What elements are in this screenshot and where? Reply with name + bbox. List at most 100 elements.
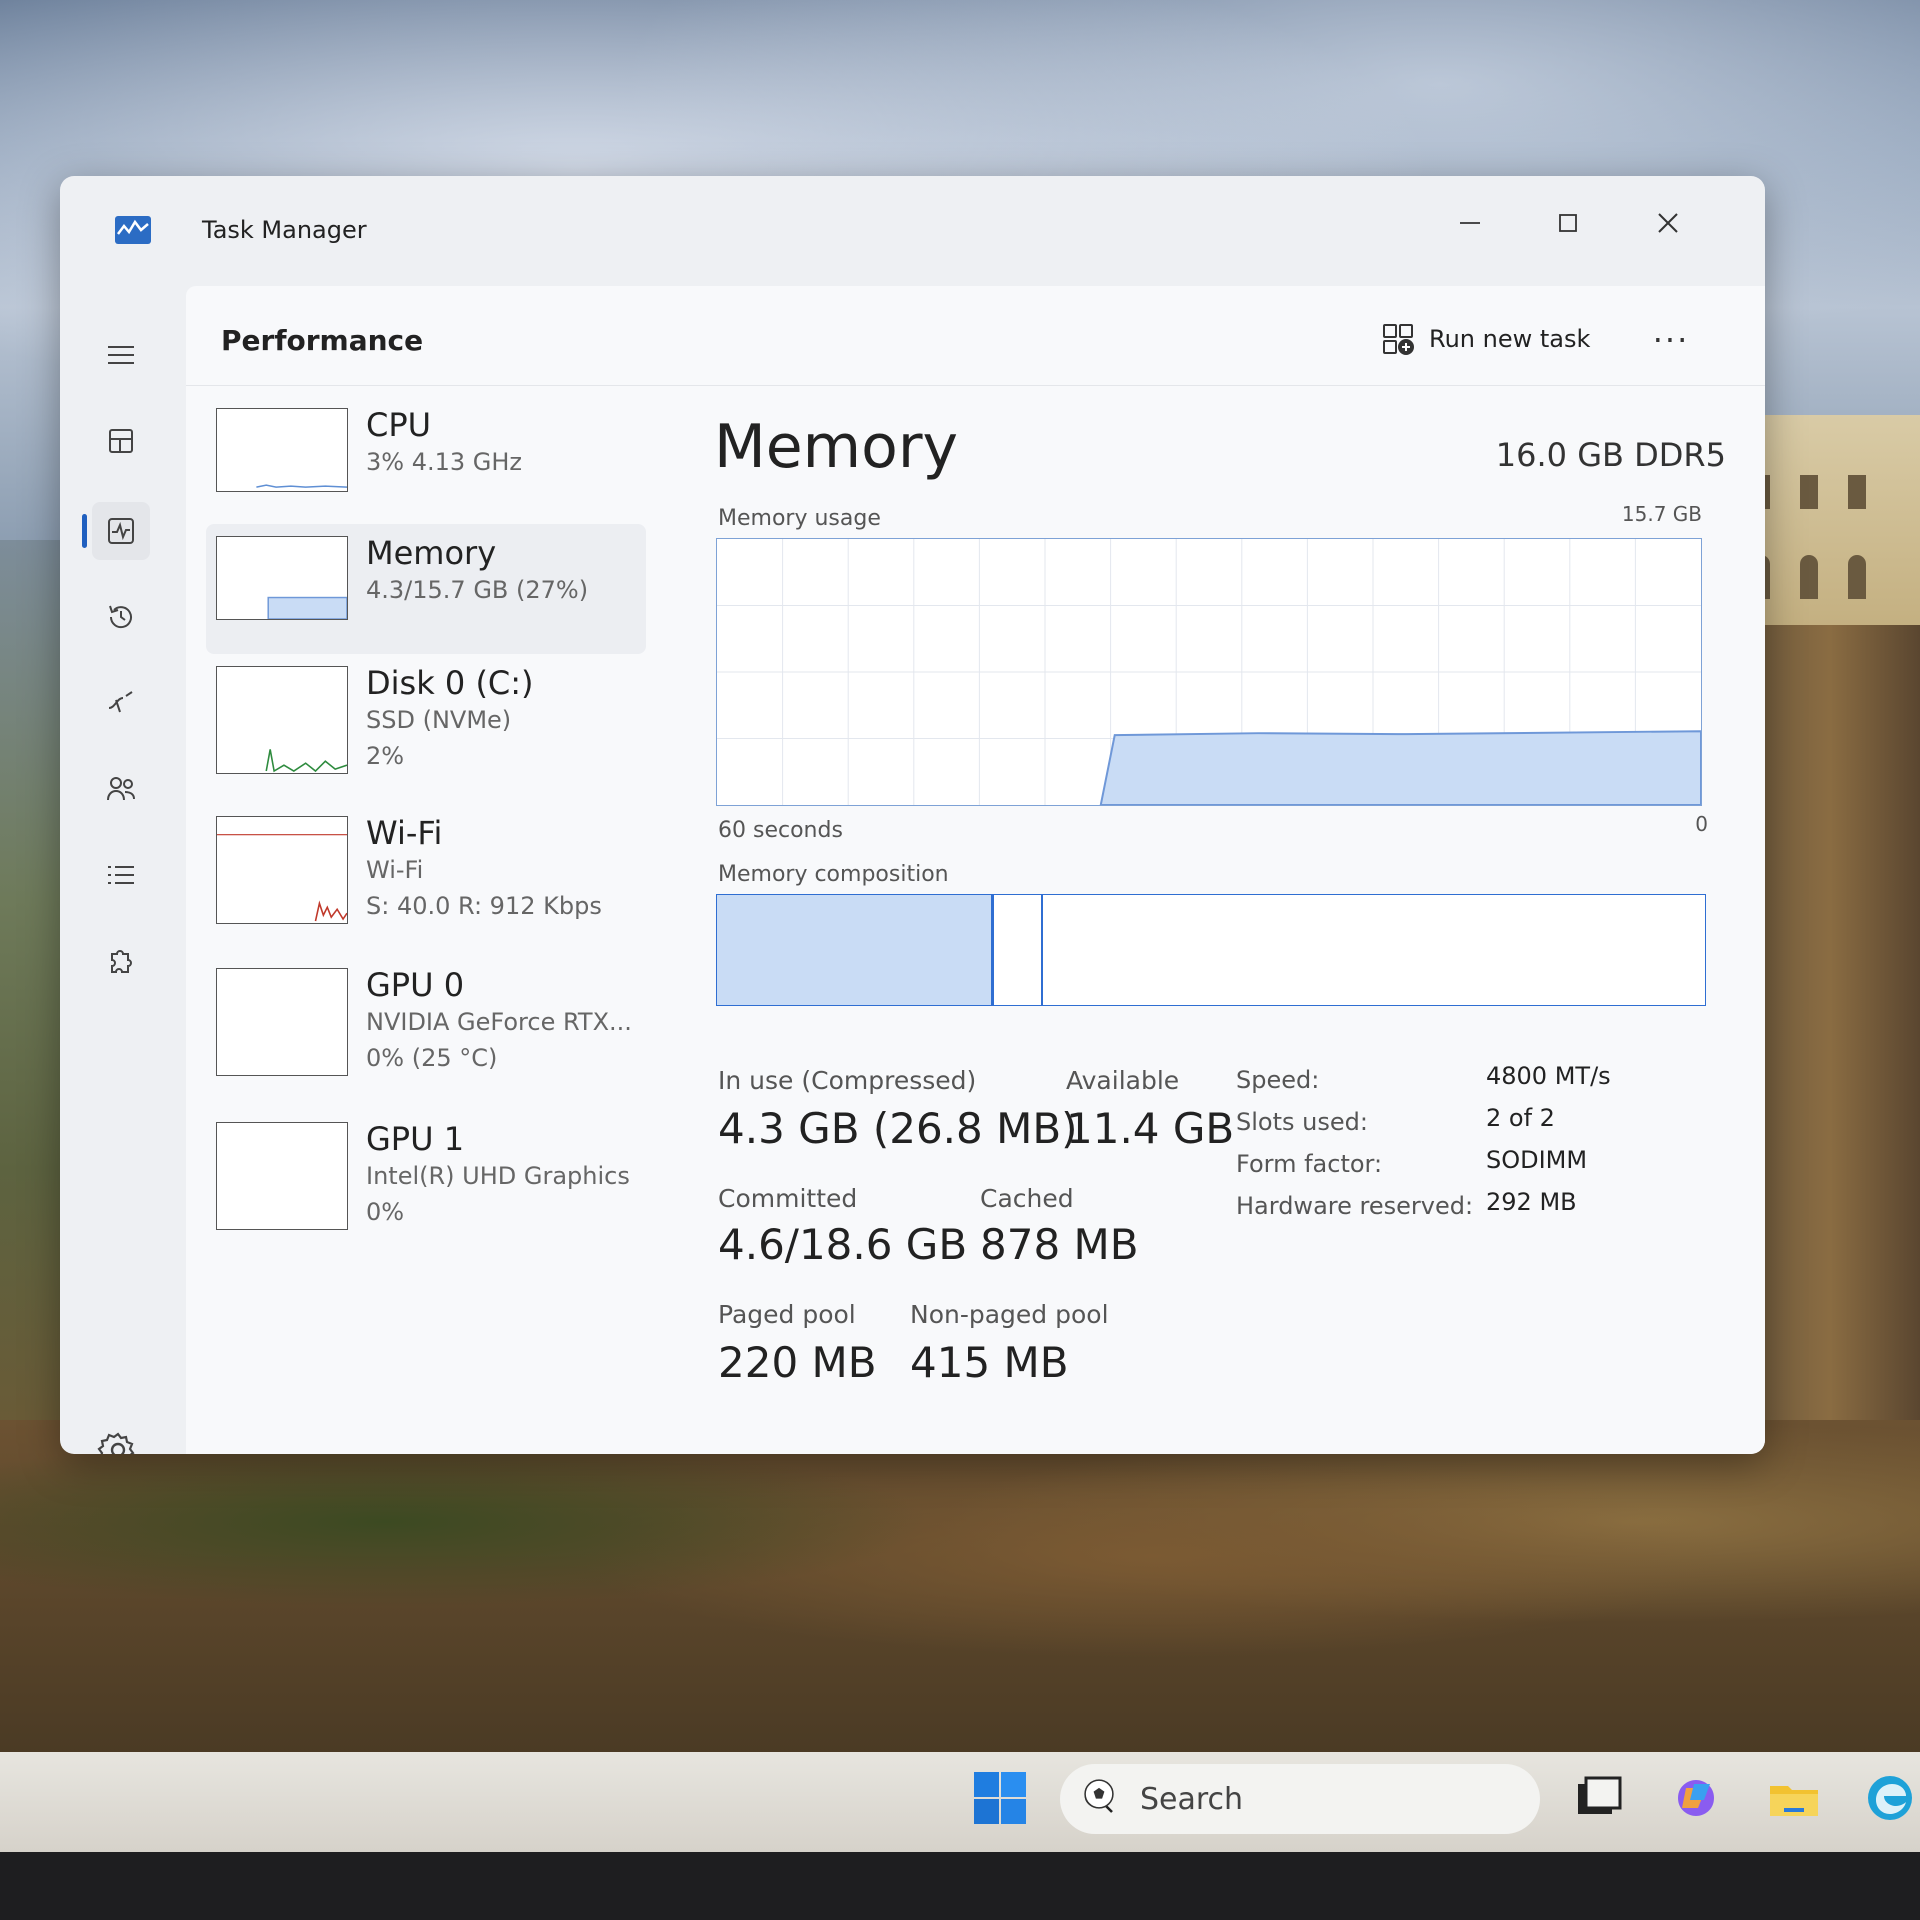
speed-value: 4800 MT/s [1486,1062,1611,1090]
committed-value: 4.6/18.6 GB [718,1220,968,1269]
close-button[interactable] [1638,198,1698,248]
performance-icon [108,518,134,544]
nav-performance[interactable] [92,502,150,560]
resource-detail: Intel(R) UHD Graphics [366,1162,630,1190]
paged-pool-label: Paged pool [718,1300,856,1329]
composition-modified-segment [993,895,1044,1005]
processes-icon [109,429,133,453]
paged-pool-value: 220 MB [718,1338,877,1387]
memory-usage-area [1099,730,1701,805]
resource-item-gpu1[interactable]: GPU 1 Intel(R) UHD Graphics 0% [206,1110,646,1240]
resource-list: CPU 3% 4.13 GHz Memory 4.3/15.7 GB (27%)… [206,396,656,1396]
memory-composition-label: Memory composition [718,862,949,887]
page-title: Performance [221,324,424,357]
resource-name: GPU 1 [366,1120,465,1158]
task-manager-window: Task Manager Performance Run new task ..… [60,176,1765,1454]
history-icon [109,605,132,629]
minimize-button[interactable] [1440,198,1500,248]
composition-in-use-segment [717,895,994,1005]
maximize-icon [1559,214,1577,232]
speed-label: Speed: [1236,1066,1320,1094]
nav-users[interactable] [92,760,150,818]
hamburger-menu-button[interactable] [92,326,150,384]
time-range-label: 60 seconds [718,818,843,843]
wallpaper-gorge [0,1420,1920,1760]
wifi-thumbnail-graph [216,816,348,924]
disk-thumbnail-graph [216,666,348,774]
hamburger-icon [108,346,134,364]
title-bar[interactable]: Task Manager [60,176,1765,286]
memory-detail-pane: Memory 16.0 GB DDR5 Memory usage 15.7 GB… [706,386,1736,1446]
resource-usage: 0% (25 °C) [366,1044,498,1072]
resource-item-disk[interactable]: Disk 0 (C:) SSD (NVMe) 2% [206,654,646,784]
run-task-icon [1383,324,1414,355]
nav-startup-apps[interactable] [92,674,150,732]
copilot-icon[interactable] [1668,1770,1724,1826]
nav-active-indicator [82,514,87,548]
memory-usage-graph [716,538,1702,806]
available-value: 11.4 GB [1066,1104,1235,1153]
form-factor-label: Form factor: [1236,1150,1383,1178]
nav-details[interactable] [92,846,150,904]
slots-used-value: 2 of 2 [1486,1104,1555,1132]
nav-app-history[interactable] [92,588,150,646]
available-label: Available [1066,1066,1180,1095]
memory-thumbnail-graph [216,536,348,620]
nonpaged-pool-value: 415 MB [910,1338,1069,1387]
nonpaged-pool-label: Non-paged pool [910,1300,1109,1329]
resource-name: Disk 0 (C:) [366,664,534,702]
resource-detail: SSD (NVMe) [366,706,512,734]
resource-name: Memory [366,534,497,572]
resource-name: CPU [366,406,432,444]
resource-item-memory[interactable]: Memory 4.3/15.7 GB (27%) [206,524,646,654]
gpu1-thumbnail-graph [216,1122,348,1230]
users-icon [107,777,135,801]
cached-label: Cached [980,1184,1074,1213]
cached-value: 878 MB [980,1220,1139,1269]
hardware-reserved-label: Hardware reserved: [1236,1192,1474,1220]
memory-composition-bar [716,894,1706,1006]
zero-label: 0 [1695,812,1708,836]
detail-title: Memory [714,412,959,482]
more-options-button[interactable]: ... [1646,315,1696,362]
resource-detail: 4.3/15.7 GB (27%) [366,576,589,604]
resource-item-wifi[interactable]: Wi-Fi Wi-Fi S: 40.0 R: 912 Kbps [206,804,646,934]
memory-usage-label: Memory usage [718,506,881,531]
in-use-label: In use (Compressed) [718,1066,977,1095]
details-list-icon [108,866,134,884]
memory-spec: 16.0 GB DDR5 [1495,436,1726,474]
nav-services[interactable] [92,932,150,990]
run-new-task-label: Run new task [1429,325,1591,353]
resource-item-cpu[interactable]: CPU 3% 4.13 GHz [206,396,646,526]
close-icon [1658,213,1678,233]
wallpaper-cliff [1740,620,1920,1440]
nav-processes[interactable] [92,412,150,470]
maximize-button[interactable] [1538,198,1598,248]
task-view-icon[interactable] [1570,1770,1626,1826]
resource-name: Wi-Fi [366,814,443,852]
services-puzzle-icon [111,950,132,973]
main-content: Performance Run new task ... CPU 3% 4.13… [186,286,1765,1454]
page-header: Performance Run new task ... [186,286,1765,386]
memory-usage-max: 15.7 GB [1621,502,1702,526]
edge-browser-icon[interactable] [1862,1770,1918,1826]
resource-detail: 3% 4.13 GHz [366,448,523,476]
navigation-rail [60,286,180,1454]
resource-detail: NVIDIA GeForce RTX... [366,1008,632,1036]
resource-item-gpu0[interactable]: GPU 0 NVIDIA GeForce RTX... 0% (25 °C) [206,956,646,1086]
committed-label: Committed [718,1184,858,1213]
task-manager-icon [115,216,151,244]
form-factor-value: SODIMM [1486,1146,1588,1174]
file-explorer-icon[interactable] [1766,1770,1822,1826]
laptop-bezel [0,1852,1920,1920]
gpu0-thumbnail-graph [216,968,348,1076]
windows-start-icon[interactable] [972,1770,1028,1826]
hardware-reserved-value: 292 MB [1486,1188,1577,1216]
slots-used-label: Slots used: [1236,1108,1368,1136]
run-new-task-button[interactable]: Run new task [1381,314,1590,364]
resource-detail: Wi-Fi [366,856,424,884]
settings-button[interactable] [94,1426,142,1454]
taskbar-search-box[interactable]: Search [1060,1764,1540,1834]
resource-throughput: S: 40.0 R: 912 Kbps [366,892,602,920]
minimize-icon [1460,222,1480,224]
